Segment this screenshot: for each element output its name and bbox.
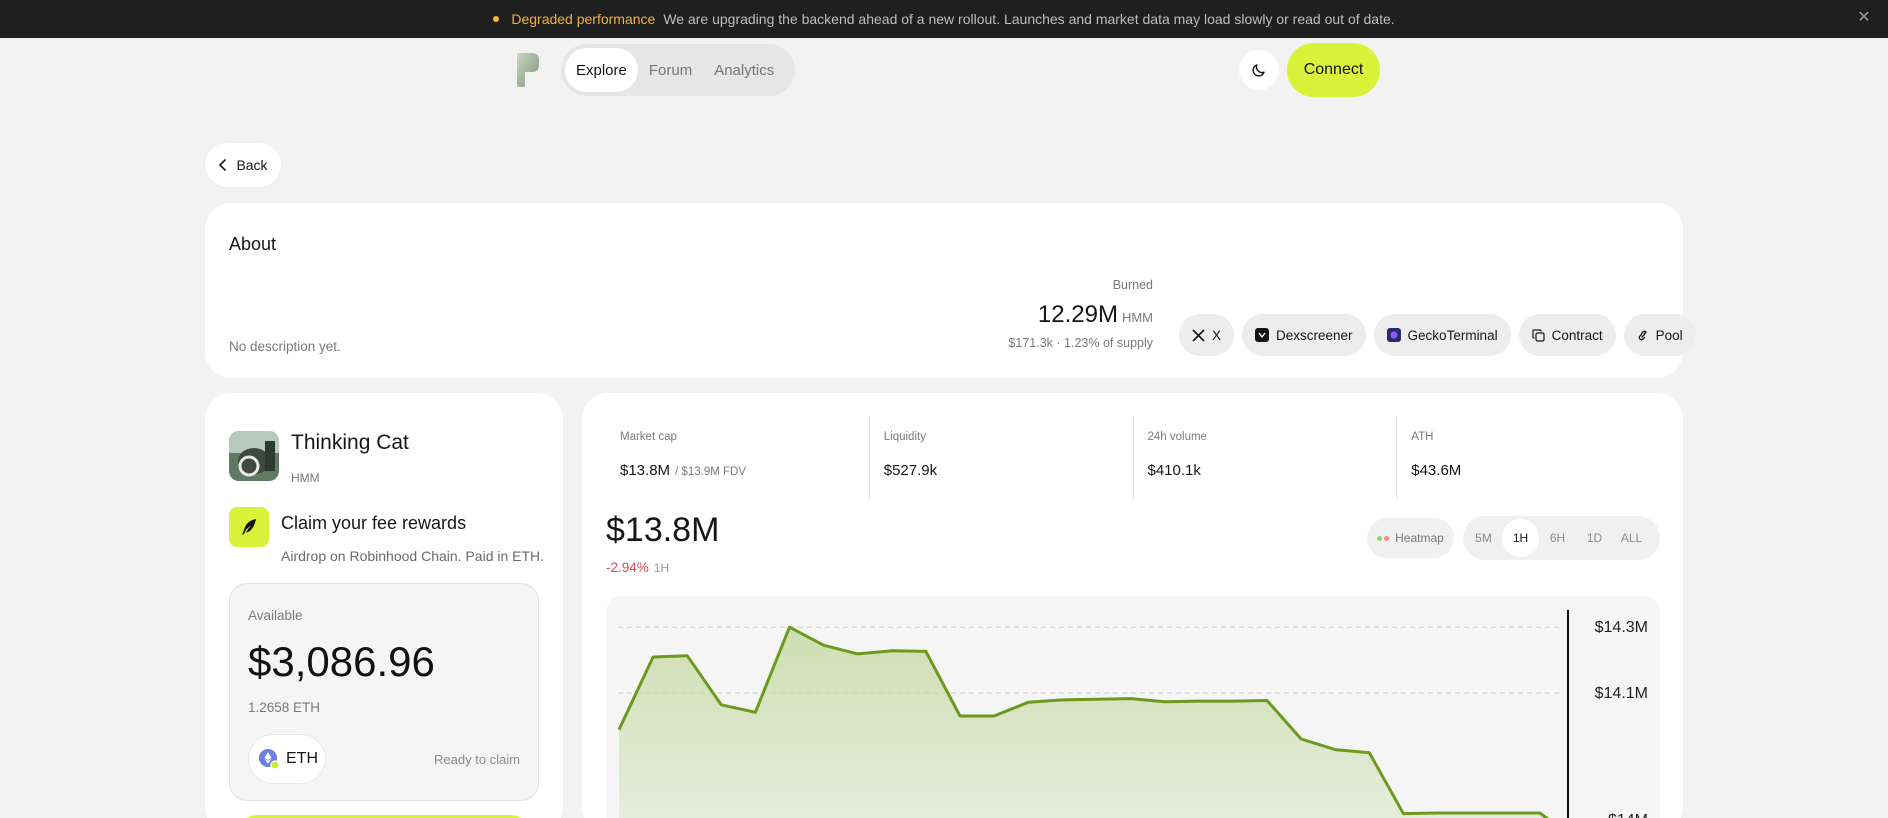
link-dexscreener[interactable]: Dexscreener: [1242, 314, 1366, 356]
token-name: Thinking Cat: [291, 431, 409, 454]
stat-label: Market cap: [620, 431, 677, 443]
about-description: No description yet.: [229, 339, 341, 354]
stats-row: Market cap $13.8M / $13.9M FDV Liquidity …: [606, 415, 1660, 499]
warning-dot-icon: [493, 16, 500, 22]
external-links: X Dexscreener GeckoTerminal Contract Poo…: [1179, 314, 1696, 356]
current-price: $13.8M: [606, 511, 720, 549]
fdv-value: / $13.9M FDV: [675, 466, 746, 478]
y-axis-label: $14M: [1608, 812, 1648, 818]
available-rewards-box: Available $3,086.96 1.2658 ETH ETH Ready…: [229, 583, 539, 801]
ethereum-icon: [259, 749, 280, 770]
stat-value: $410.1k: [1147, 462, 1201, 479]
dexscreener-icon: [1255, 328, 1270, 342]
burned-supply: 1.23% of supply: [1064, 336, 1153, 350]
timeframe-1d[interactable]: 1D: [1576, 519, 1613, 557]
eth-chip-label: ETH: [286, 750, 318, 767]
stat-liquidity: Liquidity $527.9k: [868, 415, 1133, 499]
theme-toggle-button[interactable]: [1239, 50, 1279, 90]
feather-icon: [229, 507, 269, 547]
burned-separator: ·: [1056, 336, 1061, 350]
stat-volume: 24h volume $410.1k: [1132, 415, 1397, 499]
stat-value: $13.8M / $13.9M FDV: [620, 462, 746, 479]
token-avatar: [229, 431, 279, 481]
chevron-left-icon: [219, 159, 227, 171]
link-contract[interactable]: Contract: [1518, 314, 1616, 356]
burned-details: $171.3k · 1.23% of supply: [1008, 336, 1153, 350]
nav-forum[interactable]: Forum: [638, 48, 703, 92]
y-axis-label: $14.1M: [1595, 685, 1648, 702]
stat-label: ATH: [1411, 431, 1434, 443]
stat-value: $43.6M: [1411, 462, 1462, 479]
price-chart[interactable]: $14.3M $14.1M $14M: [606, 596, 1660, 818]
burned-unit: HMM: [1121, 310, 1153, 325]
available-label: Available: [248, 608, 303, 623]
market-card: Market cap $13.8M / $13.9M FDV Liquidity …: [582, 393, 1683, 818]
banner-message: We are upgrading the backend ahead of a …: [663, 11, 1395, 27]
price-change: -2.94% 1H: [606, 560, 669, 575]
about-title: About: [229, 234, 277, 254]
stat-ath: ATH $43.6M: [1396, 415, 1660, 499]
token-ticker: HMM: [291, 471, 320, 485]
close-icon[interactable]: ✕: [1856, 10, 1872, 26]
link-geckoterminal[interactable]: GeckoTerminal: [1373, 314, 1511, 356]
banner-title: Degraded performance: [511, 11, 656, 27]
link-label: Contract: [1551, 327, 1603, 343]
back-button[interactable]: Back: [205, 143, 281, 187]
y-axis-label: $14.3M: [1595, 619, 1648, 636]
back-label: Back: [236, 157, 268, 173]
link-x[interactable]: X: [1179, 314, 1235, 356]
stat-label: 24h volume: [1147, 431, 1207, 443]
link-label: Dexscreener: [1276, 327, 1353, 343]
stat-market-cap: Market cap $13.8M / $13.9M FDV: [606, 415, 869, 499]
moon-icon: [1252, 64, 1265, 77]
claim-title: Claim your fee rewards: [281, 513, 467, 533]
nav-explore[interactable]: Explore: [565, 48, 638, 92]
geckoterminal-icon: [1386, 328, 1401, 342]
heatmap-icon: [1377, 535, 1390, 541]
nav-analytics[interactable]: Analytics: [703, 48, 785, 92]
link-label: X: [1212, 327, 1222, 343]
claim-subtitle: Airdrop on Robinhood Chain. Paid in ETH.: [281, 548, 545, 564]
heatmap-toggle[interactable]: Heatmap: [1367, 518, 1454, 558]
token-sidebar-card: Thinking Cat HMM Claim your fee rewards …: [205, 393, 563, 818]
eth-chip: ETH: [248, 734, 326, 784]
burned-label: Burned: [1112, 278, 1153, 292]
heatmap-label: Heatmap: [1395, 531, 1444, 545]
link-pool[interactable]: Pool: [1623, 314, 1696, 356]
burned-amount: 12.29M: [1037, 301, 1118, 328]
timeframe-selector: 5M 1H 6H 1D ALL: [1463, 516, 1660, 560]
available-amount: $3,086.96: [248, 638, 435, 685]
copy-icon: [1531, 328, 1545, 342]
about-card: About No description yet. Burned 12.29M H…: [205, 203, 1696, 378]
link-label: GeckoTerminal: [1407, 327, 1498, 343]
price-chart-svg: $14.3M $14.1M $14M: [617, 610, 1648, 818]
stat-label: Liquidity: [883, 431, 926, 443]
price-change-timeframe: 1H: [653, 561, 670, 575]
price-change-value: -2.94%: [606, 560, 649, 575]
burned-value: 12.29M HMM: [1038, 301, 1153, 329]
timeframe-all[interactable]: ALL: [1613, 519, 1650, 557]
connect-button[interactable]: Connect: [1287, 43, 1380, 97]
stat-value: $527.9k: [883, 462, 938, 479]
market-cap-value: $13.8M: [620, 462, 671, 479]
burned-usd: $171.3k: [1008, 336, 1053, 350]
timeframe-6h[interactable]: 6H: [1539, 519, 1576, 557]
status-banner: Degraded performance We are upgrading th…: [0, 0, 1888, 38]
x-logo-icon: [1192, 328, 1205, 342]
timeframe-5m[interactable]: 5M: [1465, 519, 1502, 557]
link-icon: [1638, 330, 1647, 340]
timeframe-1h[interactable]: 1H: [1502, 519, 1539, 557]
claim-status: Ready to claim: [434, 752, 520, 767]
price-area: [619, 627, 1547, 818]
main-nav: Explore Forum Analytics: [561, 44, 795, 96]
link-label: Pool: [1655, 327, 1683, 343]
app-logo[interactable]: [514, 52, 540, 88]
available-eth: 1.2658 ETH: [248, 700, 321, 715]
